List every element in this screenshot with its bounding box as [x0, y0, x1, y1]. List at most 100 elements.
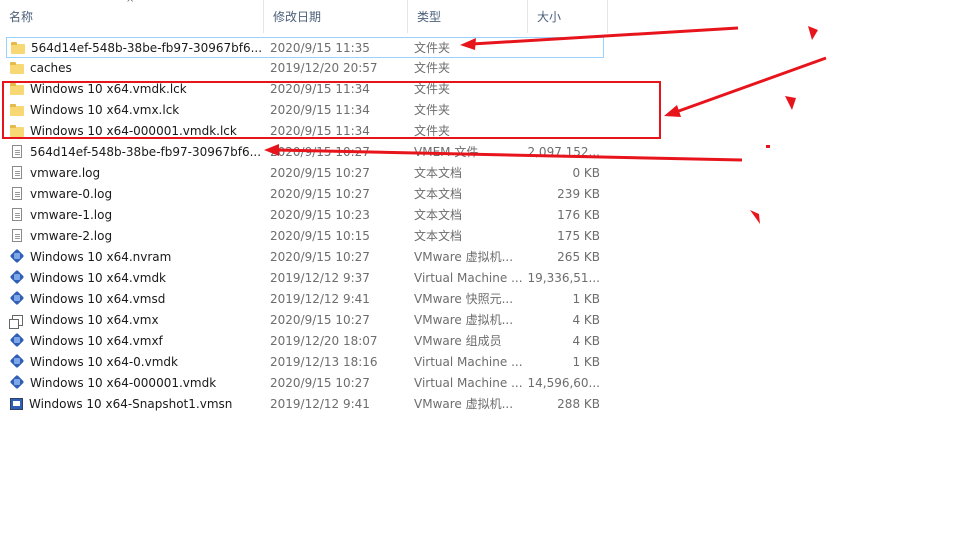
- file-name-text: Windows 10 x64.vmdk.lck: [30, 82, 187, 96]
- file-name: vmware.log: [10, 163, 100, 184]
- file-date: 2020/9/15 10:27: [270, 250, 370, 264]
- file-row[interactable]: Windows 10 x64.vmx 2020/9/15 10:27 VMware …: [0, 310, 608, 331]
- file-row[interactable]: caches 2019/12/20 20:57 文件夹: [0, 58, 608, 79]
- cube-icon: [10, 375, 24, 389]
- file-row[interactable]: vmware-2.log 2020/9/15 10:15 文本文档 175 KB: [0, 226, 608, 247]
- column-header-type-label: 类型: [417, 10, 442, 24]
- file-row[interactable]: vmware-1.log 2020/9/15 10:23 文本文档 176 KB: [0, 205, 608, 226]
- snap-icon: [10, 398, 23, 410]
- file-name: vmware-2.log: [10, 226, 112, 247]
- doc-icon: [12, 166, 22, 179]
- file-name: Windows 10 x64.vmsd: [10, 289, 165, 310]
- file-date: 2020/9/15 11:34: [270, 124, 370, 138]
- file-row[interactable]: vmware.log 2020/9/15 10:27 文本文档 0 KB: [0, 163, 608, 184]
- file-type: 文件夹: [414, 124, 451, 138]
- file-name-text: vmware-1.log: [30, 208, 113, 222]
- file-name: Windows 10 x64.vmx.lck: [10, 100, 179, 121]
- file-list: 564d14ef-548b-38be-fb97-30967bf6... 2020/…: [0, 37, 608, 415]
- annotation-arrow-2: [664, 56, 827, 117]
- file-size: 0 KB: [572, 166, 600, 180]
- file-name-text: Windows 10 x64-0.vmdk: [30, 355, 178, 369]
- file-row[interactable]: Windows 10 x64.vmdk.lck 2020/9/15 11:34 文件…: [0, 79, 608, 100]
- file-row[interactable]: 564d14ef-548b-38be-fb97-30967bf6... 2020/…: [6, 37, 604, 58]
- file-type: 文件夹: [414, 82, 451, 96]
- file-name-text: 564d14ef-548b-38be-fb97-30967bf6...: [30, 145, 262, 159]
- file-name-text: Windows 10 x64-000001.vmdk: [30, 376, 217, 390]
- file-date: 2020/9/15 10:27: [270, 166, 370, 180]
- cube-icon: [10, 249, 24, 263]
- file-name-text: Windows 10 x64-Snapshot1.vmsn: [29, 397, 233, 411]
- file-date: 2020/9/15 11:34: [270, 82, 370, 96]
- doc-icon: [12, 187, 22, 200]
- file-name-text: vmware.log: [30, 166, 101, 180]
- file-size: 1 KB: [572, 355, 600, 369]
- folder-icon: [10, 60, 24, 74]
- cube-icon: [10, 333, 24, 347]
- file-size: 288 KB: [557, 397, 600, 411]
- file-name: Windows 10 x64-000001.vmdk: [10, 373, 216, 394]
- file-date: 2019/12/12 9:41: [270, 292, 370, 306]
- annotation-mark-4: [750, 210, 760, 224]
- file-date: 2019/12/12 9:41: [270, 397, 370, 411]
- column-header-name[interactable]: 名称 ^: [0, 0, 264, 33]
- file-row[interactable]: Windows 10 x64-0.vmdk 2019/12/13 18:16 Vir…: [0, 352, 608, 373]
- column-header-date-label: 修改日期: [273, 10, 322, 24]
- file-size: 265 KB: [557, 250, 600, 264]
- column-header-date[interactable]: 修改日期: [264, 0, 408, 33]
- file-name: Windows 10 x64.vmxf: [10, 331, 163, 352]
- file-name-text: Windows 10 x64.vmsd: [30, 292, 166, 306]
- file-row[interactable]: vmware-0.log 2020/9/15 10:27 文本文档 239 KB: [0, 184, 608, 205]
- column-header-size[interactable]: 大小: [528, 0, 608, 33]
- file-date: 2020/9/15 10:15: [270, 229, 370, 243]
- file-type: 文件夹: [414, 41, 451, 55]
- column-header-size-label: 大小: [537, 10, 562, 24]
- doc-icon: [12, 229, 22, 242]
- file-row[interactable]: Windows 10 x64.vmx.lck 2020/9/15 11:34 文件夹: [0, 100, 608, 121]
- doc-icon: [12, 208, 22, 221]
- file-row[interactable]: Windows 10 x64.vmxf 2019/12/20 18:07 VMwar…: [0, 331, 608, 352]
- file-type: 文件夹: [414, 61, 451, 75]
- file-name: vmware-1.log: [10, 205, 112, 226]
- file-row[interactable]: Windows 10 x64.nvram 2020/9/15 10:27 VMwar…: [0, 247, 608, 268]
- file-name-text: Windows 10 x64.vmxf: [30, 334, 163, 348]
- file-name-text: vmware-0.log: [30, 187, 113, 201]
- file-name-text: Windows 10 x64-000001.vmdk.lck: [30, 124, 237, 138]
- file-type: 文本文档: [414, 187, 463, 201]
- file-size: 1 KB: [572, 292, 600, 306]
- file-name-text: Windows 10 x64.vmx.lck: [30, 103, 180, 117]
- folder-icon: [11, 40, 25, 54]
- file-size: 239 KB: [557, 187, 600, 201]
- file-name-text: caches: [30, 61, 72, 75]
- cube-icon: [10, 354, 24, 368]
- folder-icon: [10, 123, 24, 137]
- file-name: vmware-0.log: [10, 184, 112, 205]
- folder-icon: [10, 81, 24, 95]
- file-date: 2020/9/15 10:27: [270, 187, 370, 201]
- file-date: 2020/9/15 11:35: [270, 41, 370, 55]
- folder-icon: [10, 102, 24, 116]
- cube-icon: [10, 291, 24, 305]
- file-row[interactable]: Windows 10 x64-000001.vmdk.lck 2020/9/15 …: [0, 121, 608, 142]
- file-row[interactable]: Windows 10 x64.vmsd 2019/12/12 9:41 VMware…: [0, 289, 608, 310]
- file-row[interactable]: Windows 10 x64-Snapshot1.vmsn 2019/12/12 …: [0, 394, 608, 415]
- file-name: 564d14ef-548b-38be-fb97-30967bf6...: [11, 38, 262, 59]
- file-name: Windows 10 x64-0.vmdk: [10, 352, 178, 373]
- file-name: 564d14ef-548b-38be-fb97-30967bf6...: [10, 142, 261, 163]
- file-type: 文本文档: [414, 229, 463, 243]
- file-size: 175 KB: [557, 229, 600, 243]
- file-date: 2019/12/20 20:57: [270, 61, 378, 75]
- file-row[interactable]: Windows 10 x64-000001.vmdk 2020/9/15 10:2…: [0, 373, 608, 394]
- file-type: 文本文档: [414, 166, 463, 180]
- annotation-mark-3: [766, 145, 770, 148]
- file-date: 2020/9/15 10:27: [270, 313, 370, 327]
- file-date: 2020/9/15 11:34: [270, 103, 370, 117]
- file-size: 2,097,152...: [527, 145, 600, 159]
- sort-ascending-icon: ^: [126, 0, 135, 9]
- file-row[interactable]: Windows 10 x64.vmdk 2019/12/12 9:37 Virtua…: [0, 268, 608, 289]
- file-date: 2020/9/15 10:27: [270, 376, 370, 390]
- column-header-type[interactable]: 类型: [408, 0, 528, 33]
- file-name-text: Windows 10 x64.nvram: [30, 250, 172, 264]
- file-name-text: Windows 10 x64.vmx: [30, 313, 159, 327]
- file-row[interactable]: 564d14ef-548b-38be-fb97-30967bf6... 2020/…: [0, 142, 608, 163]
- file-date: 2019/12/12 9:37: [270, 271, 370, 285]
